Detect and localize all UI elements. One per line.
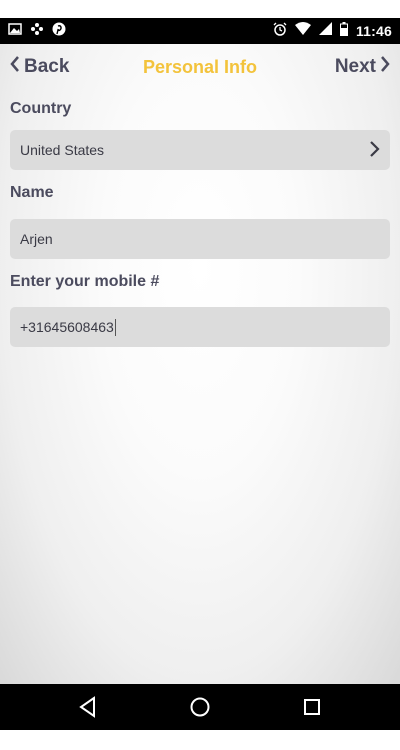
nav-bar: Back Personal Info Next [0,44,400,92]
next-button[interactable]: Next [335,56,390,78]
top-margin [0,0,400,18]
image-icon [8,22,22,40]
battery-icon [339,21,348,41]
country-label: Country [10,100,72,117]
pinterest-icon [52,22,66,41]
back-triangle-icon[interactable] [78,696,98,723]
mobile-label: Enter your mobile # [10,273,160,290]
wifi-icon [294,22,311,40]
signal-icon [318,22,332,40]
name-label: Name [10,184,54,201]
country-value: United States [20,142,105,158]
chevron-right-icon [368,140,380,161]
mobile-value: +31645608463 [20,319,114,335]
recents-square-icon[interactable] [302,696,322,723]
screen-content: Back Personal Info Next Country United S… [0,44,400,684]
next-label: Next [334,56,376,77]
bottom-margin [0,730,400,750]
text-cursor [114,318,116,336]
home-circle-icon[interactable] [189,696,211,723]
alarm-icon [273,22,287,41]
status-right-icons: 11:46 [273,21,392,41]
chevron-right-icon [380,56,390,78]
name-value: Arjen [20,231,53,247]
system-nav-bar [0,684,400,730]
dots-icon [30,22,44,41]
status-left-icons [8,22,66,41]
name-field[interactable]: Arjen [10,219,390,259]
status-bar: 11:46 [0,18,400,44]
mobile-field[interactable]: +31645608463 [10,307,390,347]
country-select[interactable]: United States [10,130,390,170]
status-time: 11:46 [355,23,392,39]
